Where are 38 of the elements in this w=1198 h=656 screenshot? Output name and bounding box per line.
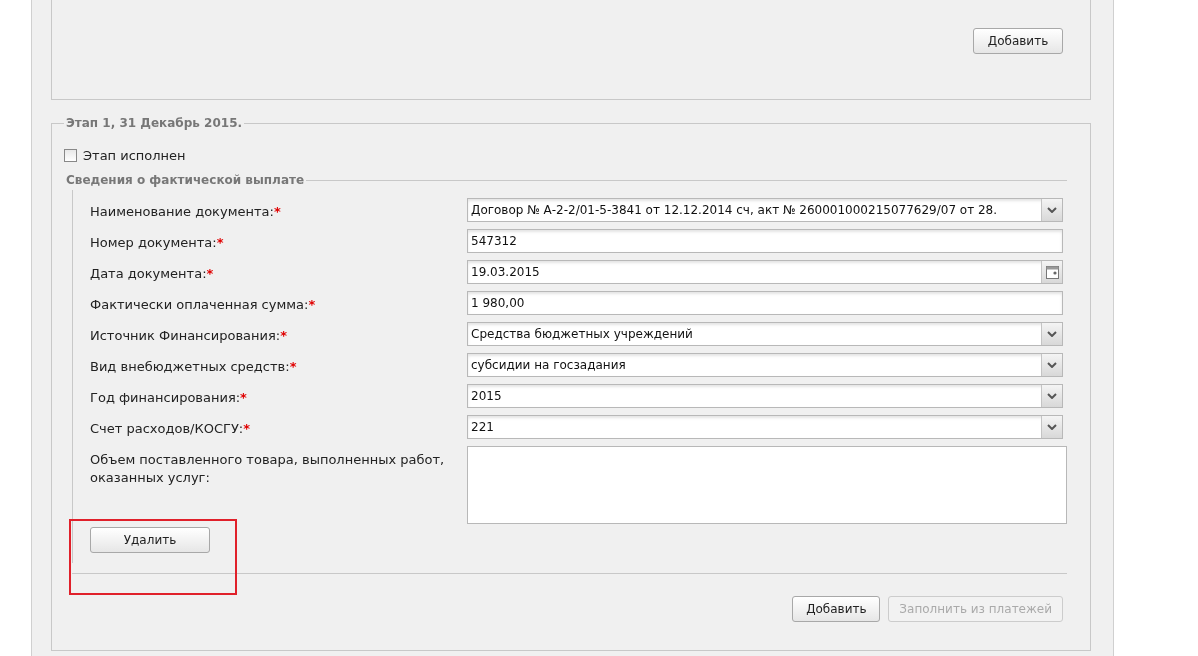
dropdown-field[interactable]: 221: [467, 415, 1063, 439]
calendar-icon[interactable]: [1045, 265, 1059, 279]
input-field[interactable]: 547312: [467, 229, 1063, 253]
input-field[interactable]: 1 980,00: [467, 291, 1063, 315]
field-label: Наименование документа:*: [90, 203, 282, 221]
field-label: Фактически оплаченная сумма:*: [90, 296, 317, 314]
dropdown-field[interactable]: Договор № А-2-2/01-5-3841 от 12.12.2014 сч, акт № 260001000215077629/07 от 28.: [467, 198, 1063, 222]
required-mark: *: [206, 266, 214, 281]
add-button[interactable]: Добавить: [973, 28, 1063, 54]
delete-button[interactable]: Удалить: [90, 527, 210, 553]
date-field[interactable]: 19.03.2015: [467, 260, 1063, 284]
add-button[interactable]: Добавить: [792, 596, 881, 622]
section-title: Сведения о фактической выплате: [65, 173, 306, 187]
field-label: Год финансирования:*: [90, 389, 248, 407]
required-mark: *: [240, 390, 247, 405]
required-mark: *: [273, 204, 281, 219]
required-mark: *: [280, 328, 287, 343]
chevron-down-icon[interactable]: [1047, 393, 1057, 399]
dropdown-field[interactable]: 2015: [467, 384, 1063, 408]
field-label: Счет расходов/КОСГУ:*: [90, 420, 252, 438]
stage-title: Этап 1, 31 Декабрь 2015.: [65, 117, 244, 130]
dropdown-field[interactable]: субсидии на госзадания: [467, 353, 1063, 377]
chevron-down-icon[interactable]: [1047, 331, 1057, 337]
dropdown-field[interactable]: Средства бюджетных учреждений: [467, 322, 1063, 346]
field-label: Дата документа:*: [90, 265, 215, 283]
field-label: Источник Финансирования:*: [90, 327, 288, 345]
required-mark: *: [216, 235, 224, 250]
required-mark: *: [243, 421, 251, 436]
chevron-down-icon[interactable]: [1047, 424, 1057, 430]
field-label: Вид внебюджетных средств:*: [90, 358, 298, 376]
checkbox-label: Этап исполнен: [83, 148, 186, 163]
field-label: Номер документа:*: [90, 234, 225, 252]
field-label: Объем поставленного товара, выполненных работ, оказанных услуг:: [90, 451, 446, 487]
required-mark: *: [308, 297, 316, 312]
chevron-down-icon[interactable]: [1047, 362, 1057, 368]
chevron-down-icon[interactable]: [1047, 207, 1057, 213]
required-mark: *: [289, 359, 297, 374]
checkbox[interactable]: [64, 149, 77, 162]
